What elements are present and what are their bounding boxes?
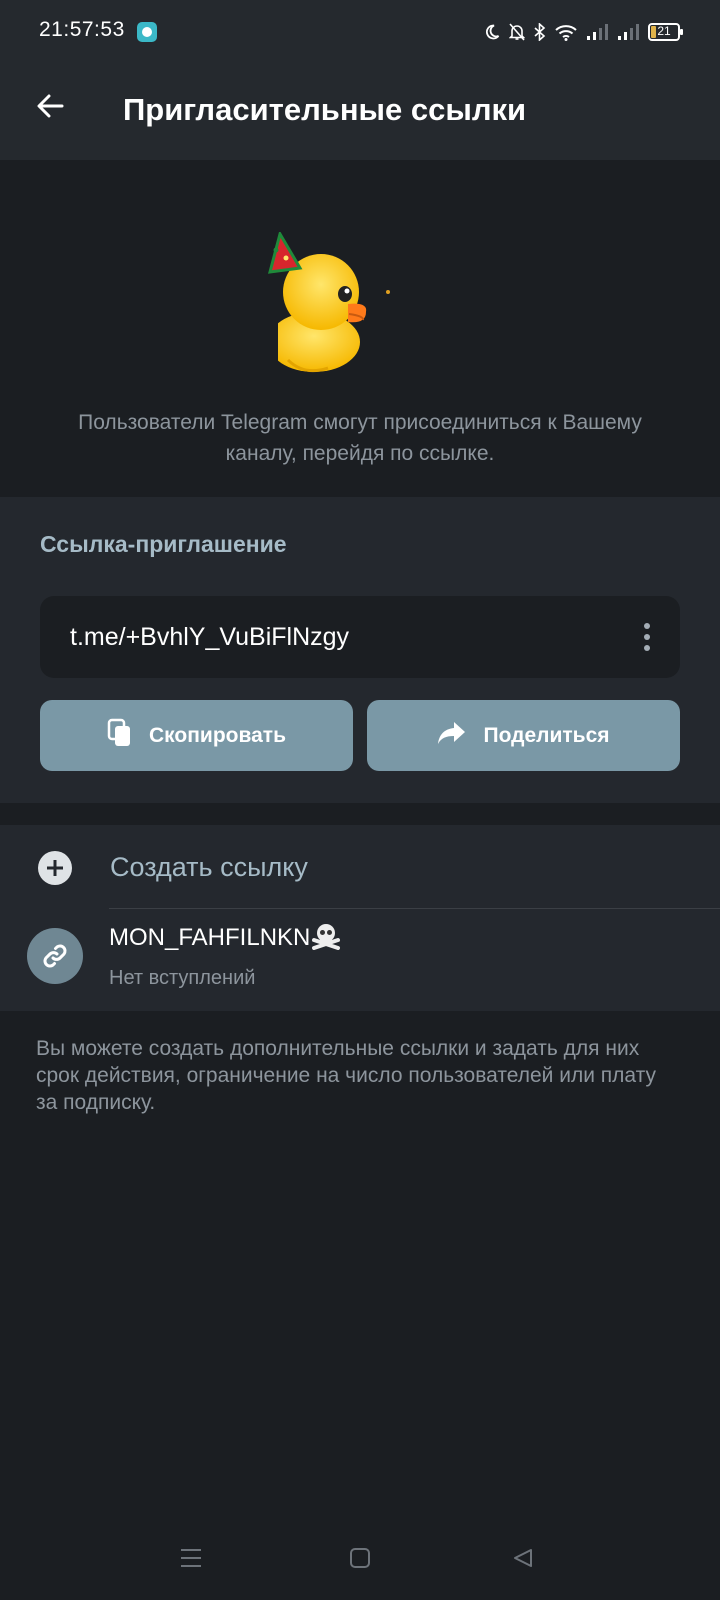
back-nav-button[interactable] [503, 1540, 543, 1580]
bluetooth-icon [534, 23, 546, 41]
menu-button[interactable] [171, 1540, 211, 1580]
system-nav-bar [0, 1520, 720, 1600]
footer-note: Вы можете создать дополнительные ссылки … [36, 1037, 656, 1114]
battery-level: 21 [657, 24, 671, 38]
create-link-label: Создать ссылку [110, 852, 308, 882]
moon-icon [484, 24, 500, 40]
status-bar: 21:57:53 21 [0, 0, 720, 62]
invite-link-section: Ссылка-приглашение t.me/+BvhlY_VuBiFlNzg… [0, 497, 720, 803]
triangle-back-icon [512, 1547, 534, 1574]
signal-icon [617, 23, 639, 41]
invite-link-field[interactable]: t.me/+BvhlY_VuBiFlNzgy [40, 596, 680, 678]
skull-crossbones-icon [311, 922, 341, 957]
link-icon [27, 928, 83, 984]
back-button[interactable] [26, 84, 74, 132]
copy-button[interactable]: Скопировать [40, 700, 353, 771]
copy-label: Скопировать [149, 723, 286, 747]
invite-link-text[interactable]: t.me/+BvhlY_VuBiFlNzgy [70, 623, 349, 652]
square-icon [349, 1547, 371, 1574]
links-list: Создать ссылку MON_FAHFILNKN Нет вступле… [0, 825, 720, 1011]
bell-off-icon [509, 23, 525, 41]
status-icons: 21 [484, 20, 683, 44]
menu-icon [180, 1548, 202, 1573]
invite-name-text: MON_FAHFILNKN [109, 924, 311, 951]
arrow-left-icon [36, 94, 64, 123]
plus-circle-icon [38, 851, 72, 885]
home-button[interactable] [340, 1540, 380, 1580]
list-item[interactable]: MON_FAHFILNKN Нет вступлений [0, 909, 720, 1011]
section-header: Ссылка-приглашение [40, 531, 287, 557]
notification-app-icon [137, 22, 157, 42]
share-label: Поделиться [483, 723, 610, 747]
hero-description: Пользователи Telegram смогут присоединит… [78, 411, 642, 465]
signal-icon [586, 23, 608, 41]
invite-status: Нет вступлений [109, 967, 256, 989]
create-link-button[interactable]: Создать ссылку [0, 825, 720, 909]
app-bar: Пригласительные ссылки [0, 62, 720, 160]
invite-name: MON_FAHFILNKN [109, 922, 341, 957]
battery-icon: 21 [648, 23, 683, 41]
more-options-button[interactable] [634, 617, 660, 657]
page-title: Пригласительные ссылки [123, 92, 527, 127]
status-time: 21:57:53 [39, 18, 125, 41]
copy-icon [107, 718, 133, 753]
share-button[interactable]: Поделиться [367, 700, 680, 771]
duck-party-hat-sticker [266, 230, 406, 377]
share-icon [437, 720, 467, 751]
hero-section: Пользователи Telegram смогут присоединит… [0, 160, 720, 497]
wifi-icon [555, 24, 577, 41]
